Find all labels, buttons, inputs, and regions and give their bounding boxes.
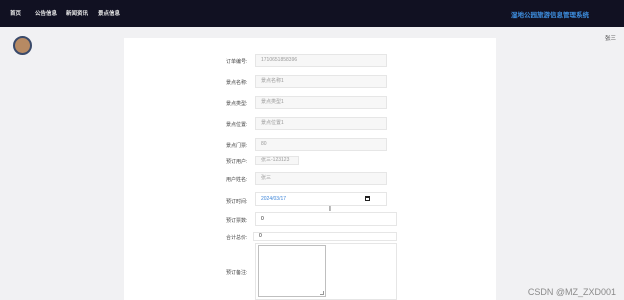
spot-type-field[interactable]: 景点类型1 bbox=[255, 96, 387, 109]
spot-type-label: 景点类型: bbox=[226, 101, 248, 107]
spot-location-field[interactable]: 景点位置1 bbox=[255, 117, 387, 130]
booking-time-label: 预订时间: bbox=[226, 199, 248, 205]
remark-label: 预订备注: bbox=[226, 270, 248, 276]
user-name-label: 用户姓名: bbox=[226, 177, 248, 183]
total-value: 0 bbox=[259, 233, 262, 239]
site-title: 湿地公园旅游信息管理系统 bbox=[511, 12, 589, 19]
user-name[interactable]: 张三 bbox=[605, 34, 616, 42]
ticket-price-value: 80 bbox=[261, 141, 267, 147]
spot-type-value: 景点类型1 bbox=[261, 99, 284, 105]
user-name-field[interactable]: 张三 bbox=[255, 172, 387, 185]
booking-user-field[interactable]: 张三-123123 bbox=[255, 156, 299, 165]
ticket-price-field[interactable]: 80 bbox=[255, 138, 387, 151]
booking-qty-input[interactable]: 0 bbox=[255, 212, 397, 226]
spot-name-field[interactable]: 景点名称1 bbox=[255, 75, 387, 88]
nav-home[interactable]: 首页 bbox=[10, 9, 21, 17]
calendar-icon[interactable] bbox=[365, 196, 370, 201]
spot-location-label: 景点位置: bbox=[226, 122, 248, 128]
booking-time-input[interactable]: 2024/03/17 bbox=[255, 192, 387, 206]
booking-qty-value: 0 bbox=[261, 216, 264, 222]
booking-qty-label: 预订票数: bbox=[226, 218, 248, 224]
spot-name-value: 景点名称1 bbox=[261, 78, 284, 84]
watermark: CSDN @MZ_ZXD001 bbox=[527, 287, 616, 297]
top-navbar: 首页 公告信息 新闻资讯 景点信息 湿地公园旅游信息管理系统 bbox=[0, 0, 624, 27]
total-field: 0 bbox=[253, 232, 397, 241]
user-name-value: 张三 bbox=[261, 175, 272, 181]
remark-textarea[interactable] bbox=[258, 245, 326, 297]
avatar[interactable] bbox=[13, 36, 32, 55]
nav-news[interactable]: 新闻资讯 bbox=[66, 9, 88, 17]
nav-scenic-spots[interactable]: 景点信息 bbox=[98, 9, 120, 17]
spot-location-value: 景点位置1 bbox=[261, 120, 284, 126]
resize-handle-icon[interactable] bbox=[320, 291, 324, 295]
ticket-price-label: 景点门票: bbox=[226, 143, 248, 149]
total-label: 合计总价: bbox=[226, 235, 248, 241]
spot-name-label: 景点名称: bbox=[226, 80, 248, 86]
booking-user-value: 张三-123123 bbox=[261, 157, 290, 163]
order-no-label: 订单编号: bbox=[226, 59, 248, 65]
booking-time-value: 2024/03/17 bbox=[261, 196, 287, 202]
booking-user-label: 预订用户: bbox=[226, 159, 248, 165]
order-no-value: 1710651858396 bbox=[261, 57, 298, 63]
order-no-field[interactable]: 1710651858396 bbox=[255, 54, 387, 67]
nav-announcements[interactable]: 公告信息 bbox=[35, 9, 57, 17]
